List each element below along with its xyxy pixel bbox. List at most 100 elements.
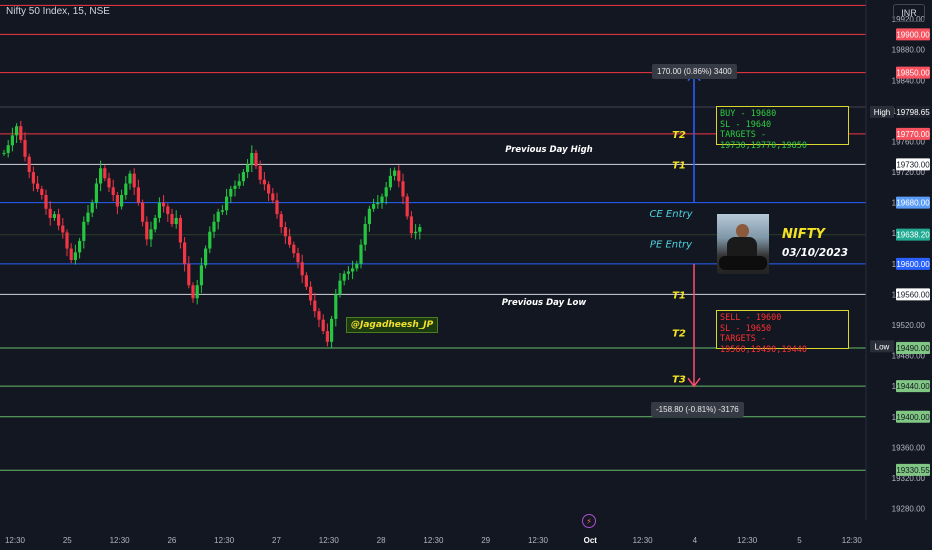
candle-body	[23, 139, 27, 157]
buy-sl-line: SL - 19640	[720, 119, 772, 130]
candle-body	[65, 232, 69, 249]
candle-body	[136, 187, 140, 203]
price-badge-text: 19730.00	[896, 160, 930, 169]
x-tick-label: 12:30	[423, 536, 444, 545]
candle-body	[48, 208, 52, 218]
x-tick-label: 26	[167, 536, 176, 545]
candle-body	[199, 265, 203, 286]
candle-body	[233, 185, 237, 189]
candle-body	[254, 152, 258, 166]
candle-body	[141, 202, 145, 222]
candle-body	[393, 170, 397, 176]
candle-body	[258, 165, 262, 180]
candle-body	[132, 173, 136, 188]
x-tick-label: 27	[272, 536, 281, 545]
sell-setup-box: SELL - 19600 SL - 19650 TARGETS - 19560,…	[716, 310, 849, 355]
candle-body	[367, 208, 371, 225]
x-tick-label: 12:30	[633, 536, 654, 545]
candle-body	[157, 202, 161, 218]
x-tick-label: 12:30	[842, 536, 863, 545]
target-label: T2	[672, 130, 686, 141]
candle-body	[61, 225, 65, 233]
candle-body	[216, 211, 220, 222]
candle-body	[111, 187, 115, 195]
candle-body	[195, 285, 199, 299]
candle-body	[250, 152, 254, 165]
candle-body	[351, 268, 355, 272]
sell-targets-line: TARGETS - 19560,19490,19440	[720, 334, 807, 355]
candle-body	[380, 196, 384, 203]
y-tick-label: 19880.00	[892, 46, 926, 55]
measure-up-label: 170.00 (0.86%) 3400	[652, 64, 737, 79]
price-badge-text: 19680.00	[896, 199, 930, 208]
candle-body	[40, 188, 44, 195]
x-tick-label: Oct	[584, 536, 598, 545]
candle-body	[292, 244, 296, 254]
currency-button[interactable]: INR	[893, 4, 925, 22]
candle-body	[204, 248, 208, 266]
side-badge-text: Low	[875, 342, 890, 351]
candle-body	[120, 195, 124, 207]
buy-setup-box: BUY - 19680 SL - 19640 TARGETS - 19730,1…	[716, 106, 849, 151]
candle-body	[279, 214, 283, 228]
buy-targets-line: TARGETS - 19730,19770,19850	[720, 130, 807, 151]
x-tick-label: 28	[377, 536, 386, 545]
target-label: T2	[672, 329, 686, 340]
candle-body	[342, 273, 346, 281]
candle-body	[346, 271, 350, 274]
lightning-icon[interactable]: ⚡	[582, 514, 596, 528]
candle-body	[36, 183, 40, 189]
candle-body	[359, 244, 363, 264]
candle-body	[401, 181, 405, 197]
candle-body	[409, 216, 413, 234]
x-tick-label: 5	[797, 536, 802, 545]
candle-body	[241, 172, 245, 182]
level-label: Previous Day High	[505, 145, 592, 155]
candle-body	[317, 311, 321, 320]
chart-background	[0, 0, 932, 550]
brand-title: NIFTY	[782, 227, 825, 242]
price-badge-text: 19798.65	[896, 108, 930, 117]
candle-body	[271, 193, 275, 201]
candle-body	[338, 280, 342, 295]
price-badge-text: 19440.00	[896, 382, 930, 391]
candle-body	[388, 175, 392, 188]
candle-body	[384, 187, 388, 197]
candle-body	[267, 184, 271, 194]
photo-avatar	[717, 214, 769, 274]
candle-body	[304, 275, 308, 287]
candle-body	[90, 202, 94, 213]
buy-line: BUY - 19680	[720, 109, 777, 119]
candle-body	[149, 229, 153, 240]
candle-body	[162, 202, 166, 207]
candle-body	[229, 188, 233, 197]
x-tick-label: 12:30	[319, 536, 340, 545]
candle-body	[78, 240, 82, 253]
candle-body	[355, 263, 359, 269]
candle-body	[275, 200, 279, 215]
candle-body	[115, 195, 119, 207]
candle-body	[170, 214, 174, 225]
x-tick-label: 12:30	[737, 536, 758, 545]
level-label: PE Entry	[650, 240, 693, 251]
level-label: Previous Day Low	[502, 298, 587, 308]
y-tick-label: 19280.00	[892, 505, 926, 514]
candle-body	[372, 204, 376, 209]
price-badge-text: 19490.00	[896, 344, 930, 353]
candle-body	[208, 231, 212, 249]
candle-body	[153, 217, 157, 230]
candle-body	[376, 202, 380, 205]
price-chart[interactable]: 19920.0019880.0019840.0019800.0019760.00…	[0, 0, 932, 550]
candle-body	[52, 214, 56, 218]
candle-body	[73, 252, 77, 260]
candle-body	[174, 217, 178, 225]
y-tick-label: 19360.00	[892, 443, 926, 452]
candle-body	[330, 318, 334, 342]
x-tick-label: 12:30	[110, 536, 131, 545]
candle-body	[397, 170, 401, 182]
symbol-title: Nifty 50 Index, 15, NSE	[6, 6, 110, 17]
brand-date: 03/10/2023	[782, 247, 849, 259]
x-tick-label: 12:30	[214, 536, 235, 545]
y-tick-label: 19520.00	[892, 321, 926, 330]
candle-body	[296, 253, 300, 263]
